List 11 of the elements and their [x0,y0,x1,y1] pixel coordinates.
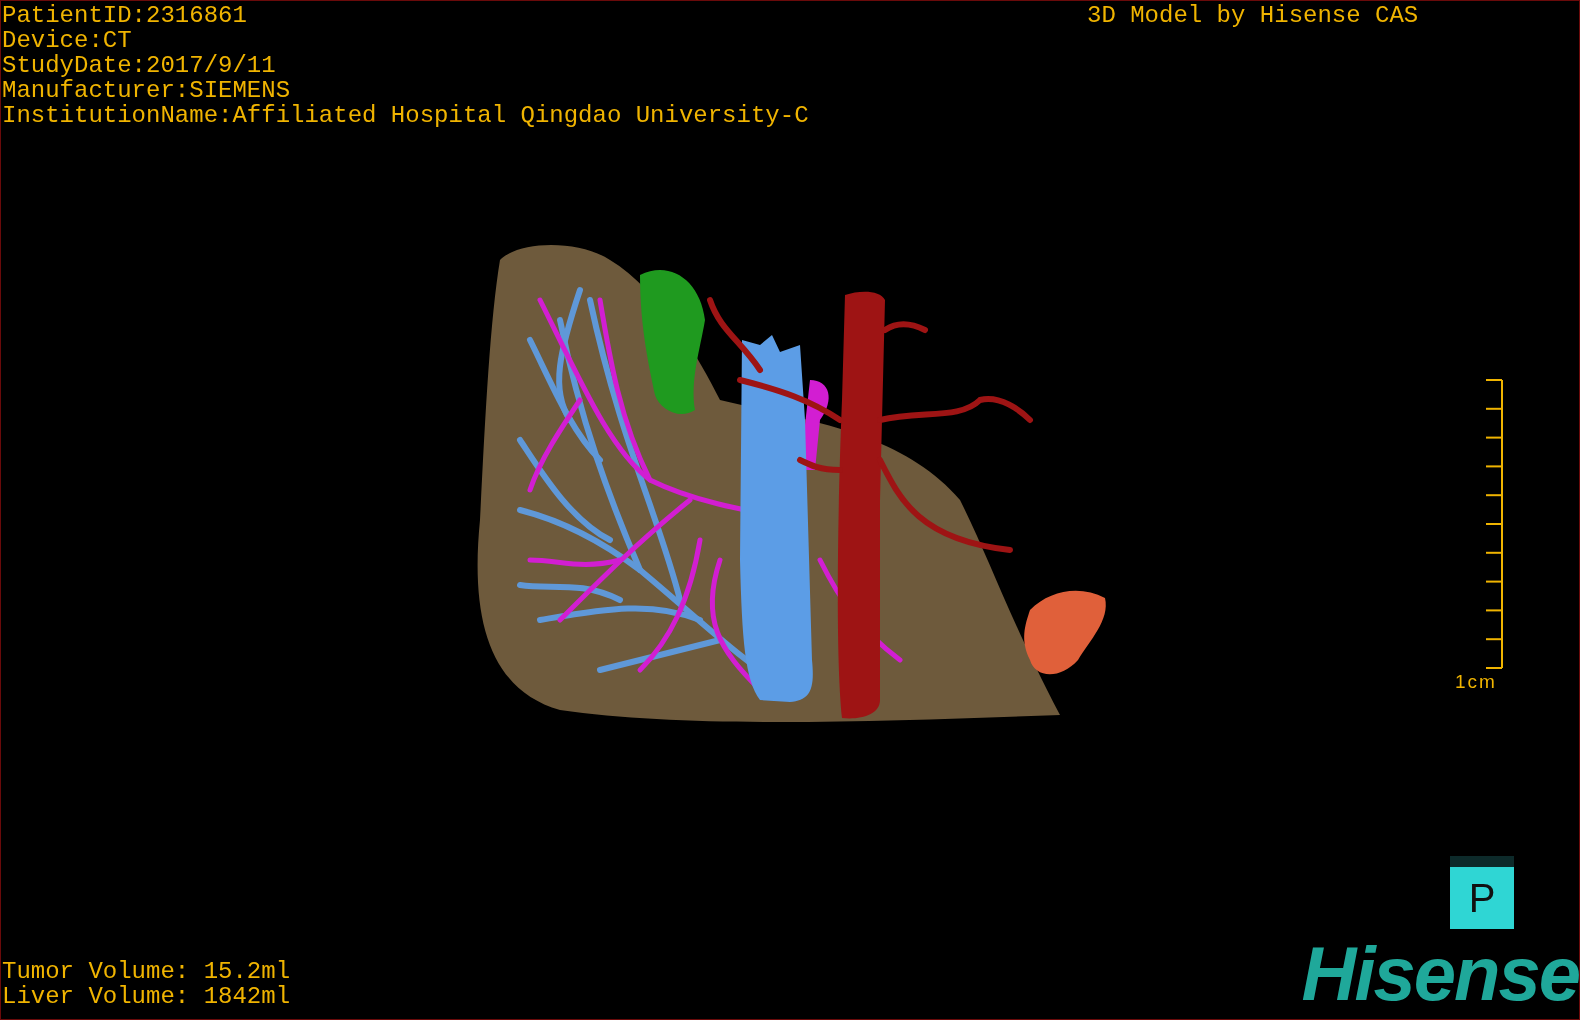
study-info-text: InstitutionName:Affiliated Hospital Qingdao University-C [2,103,809,128]
brand-logo: Hisense [1301,931,1579,1017]
study-info-text: StudyDate:2017/9/11 [2,53,277,78]
volume-text: Tumor Volume: 15.2ml [2,959,291,984]
scale-bar-label: 1cm [1455,671,1497,693]
study-info-text: Manufacturer:SIEMENS [2,78,292,103]
viewer-title: 3D Model by Hisense CAS [1087,3,1419,28]
volume-text: Liver Volume: 1842ml [2,984,291,1009]
study-info-text: Device:CT [2,28,133,53]
scale-bar-icon [1485,379,1503,669]
study-info-text: PatientID:2316861 [2,3,248,28]
